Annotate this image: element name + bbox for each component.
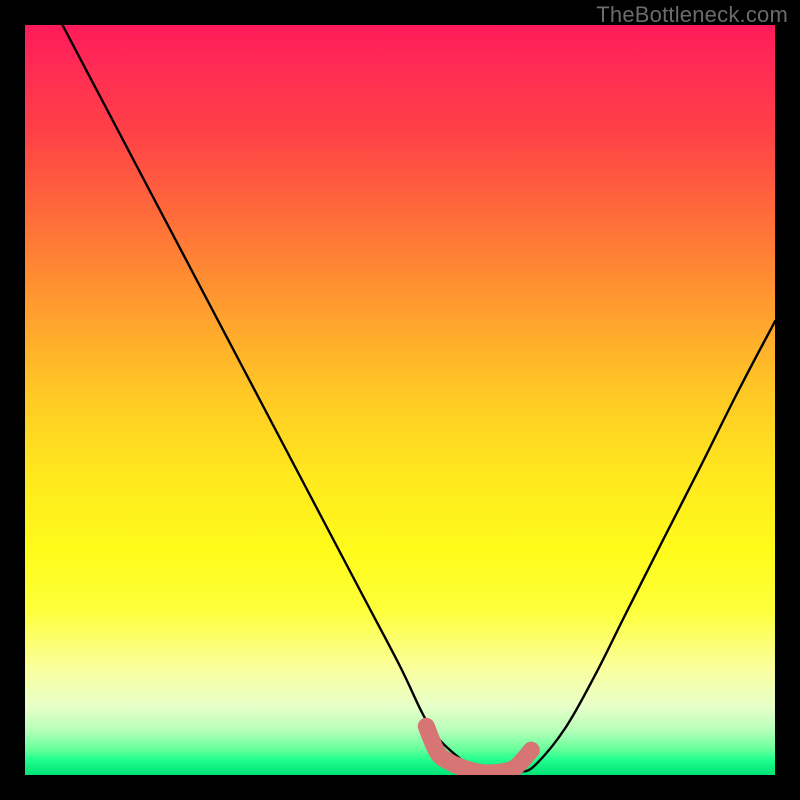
curve-layer [25,25,775,775]
optimal-range-highlight [426,726,531,773]
chart-frame: TheBottleneck.com [0,0,800,800]
bottleneck-curve [63,25,776,774]
plot-area [25,25,775,775]
highlight-end-marker [523,742,540,759]
